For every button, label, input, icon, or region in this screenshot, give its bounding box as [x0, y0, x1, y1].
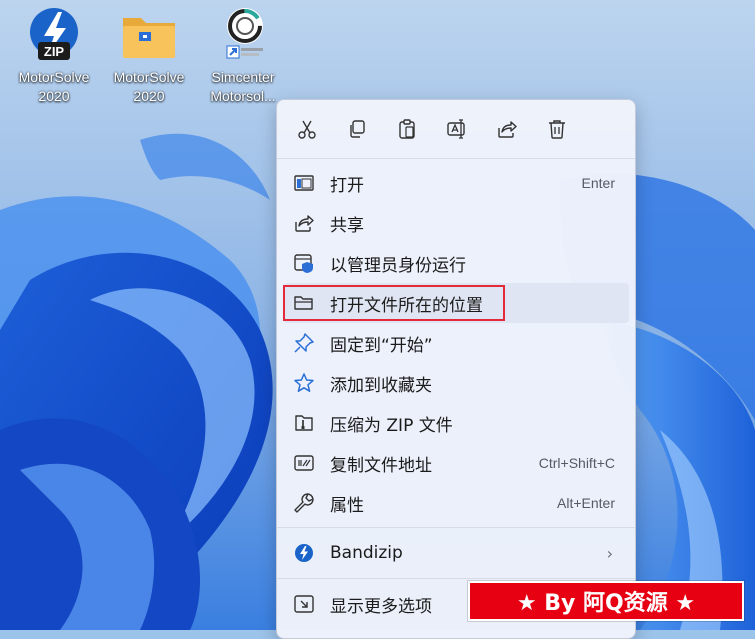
menu-item-add-to-favorites[interactable]: 添加到收藏夹 — [277, 363, 635, 403]
menu-item-properties[interactable]: 属性 Alt+Enter — [277, 483, 635, 523]
pin-icon — [293, 332, 315, 354]
menu-item-copy-path[interactable]: 复制文件地址 Ctrl+Shift+C — [277, 443, 635, 483]
menu-item-pin-to-start[interactable]: 固定到“开始” — [277, 323, 635, 363]
desktop-icon-label: Simcenter — [211, 69, 275, 85]
cut-button[interactable] — [292, 114, 322, 144]
desktop-icon-label-line2: 2020 — [133, 88, 165, 104]
clipboard-icon — [399, 119, 415, 139]
chevron-right-icon: › — [606, 543, 613, 563]
share-button[interactable] — [492, 114, 522, 144]
desktop-icon-label: MotorSolve — [18, 69, 90, 85]
folder-open-icon — [293, 292, 315, 314]
zip-badge-text: ZIP — [44, 44, 65, 59]
wrench-icon — [293, 492, 315, 514]
quick-actions-bar — [277, 100, 635, 158]
menu-item-label: 共享 — [330, 215, 364, 236]
menu-item-label: 显示更多选项 — [330, 596, 432, 617]
trash-icon — [549, 120, 565, 139]
desktop-icon-motorsolve-zip[interactable]: ZIP MotorSolve 2020 — [9, 6, 99, 106]
shield-admin-icon — [293, 252, 315, 274]
menu-item-label: 属性 — [330, 495, 364, 516]
menu-item-run-as-admin[interactable]: 以管理员身份运行 — [277, 243, 635, 283]
watermark-banner: ★ By 阿Q资源 ★ — [468, 581, 744, 621]
menu-item-shortcut: Alt+Enter — [557, 495, 615, 511]
menu-item-open[interactable]: 打开 Enter — [277, 163, 635, 203]
menu-item-label: 固定到“开始” — [330, 335, 433, 356]
more-options-icon — [293, 593, 315, 615]
menu-item-label: 打开文件所在的位置 — [330, 295, 483, 316]
menu-item-label: 压缩为 ZIP 文件 — [330, 415, 453, 436]
desktop-icon-label: MotorSolve — [113, 69, 185, 85]
menu-item-open-file-location[interactable]: 打开文件所在的位置 — [283, 283, 629, 323]
zip-compress-icon — [293, 412, 315, 434]
menu-item-shortcut: Ctrl+Shift+C — [538, 455, 615, 471]
scissors-icon — [298, 120, 316, 139]
menu-item-label: 复制文件地址 — [330, 455, 432, 476]
simcenter-app-icon — [226, 8, 263, 59]
copy-icon — [350, 120, 365, 138]
desktop-icon-label-line2: 2020 — [38, 88, 70, 104]
menu-item-label: 以管理员身份运行 — [330, 255, 466, 276]
context-menu: 打开 Enter 共享 以管理员身份运行 打开文件所在的位置 固定到“开始” 添… — [276, 99, 636, 639]
bandizip-icon — [293, 542, 315, 564]
paste-button[interactable] — [392, 114, 422, 144]
menu-item-bandizip[interactable]: Bandizip › — [277, 533, 635, 573]
rename-button[interactable] — [442, 114, 472, 144]
menu-item-label: 打开 — [330, 175, 364, 196]
star-icon — [293, 372, 315, 394]
zip-archive-icon: ZIP — [30, 8, 78, 60]
delete-button[interactable] — [542, 114, 572, 144]
copy-path-icon — [293, 452, 315, 474]
open-window-icon — [293, 172, 315, 194]
menu-item-label: 添加到收藏夹 — [330, 375, 432, 396]
menu-item-shortcut: Enter — [581, 175, 615, 191]
share-icon — [293, 212, 315, 234]
menu-item-label: Bandizip — [330, 543, 403, 563]
folder-icon — [123, 18, 175, 58]
copy-button[interactable] — [342, 114, 372, 144]
desktop-icon-motorsolve-folder[interactable]: MotorSolve 2020 — [104, 6, 194, 106]
desktop-icon-label-line2: Motorsol... — [210, 88, 276, 104]
share-icon — [498, 121, 517, 138]
desktop-icon-simcenter[interactable]: Simcenter Motorsol... — [198, 6, 288, 106]
rename-icon — [447, 119, 465, 139]
menu-item-compress-zip[interactable]: 压缩为 ZIP 文件 — [277, 403, 635, 443]
menu-item-share[interactable]: 共享 — [277, 203, 635, 243]
